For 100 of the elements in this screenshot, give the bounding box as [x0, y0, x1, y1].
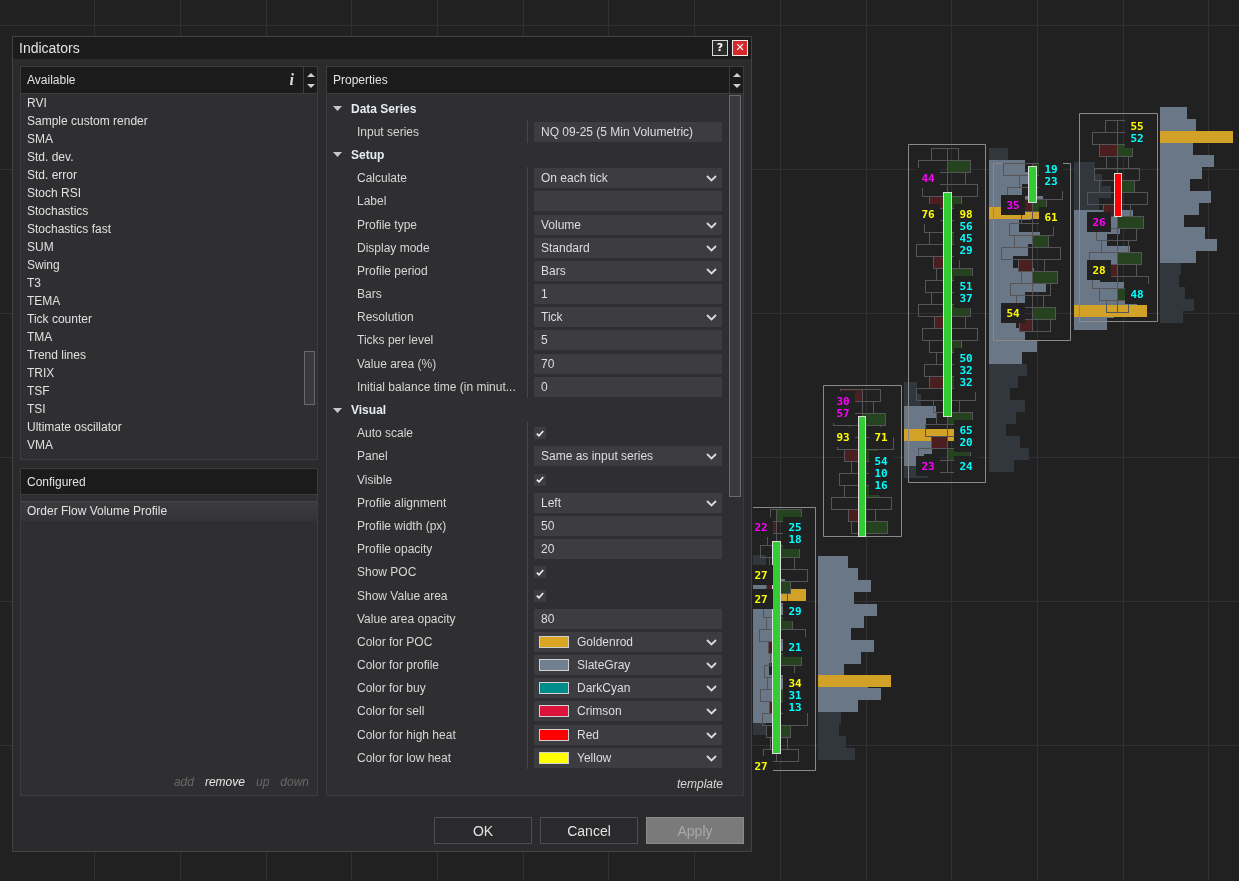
expand-triangle-icon[interactable]: [333, 407, 342, 413]
list-item[interactable]: VMA: [21, 436, 304, 454]
list-item[interactable]: Tick counter: [21, 310, 304, 328]
dropdown[interactable]: Bars: [534, 260, 722, 281]
volume-number: 48: [1130, 287, 1144, 301]
list-item[interactable]: Stochastics fast: [21, 220, 304, 238]
text-field[interactable]: NQ 09-25 (5 Min Volumetric): [534, 121, 722, 142]
list-item[interactable]: TRIX: [21, 364, 304, 382]
property-label: Show POC: [356, 564, 418, 582]
list-item[interactable]: Order Flow Volume Profile: [21, 501, 317, 521]
volume-number: 26: [1092, 215, 1106, 229]
chevron-down-icon: [706, 731, 717, 739]
color-dropdown[interactable]: DarkCyan: [534, 678, 722, 699]
info-icon[interactable]: i: [289, 71, 294, 89]
volume-number: 18: [788, 532, 802, 546]
dropdown[interactable]: On each tick: [534, 168, 722, 189]
dialog-button[interactable]: Cancel: [540, 817, 638, 844]
list-item[interactable]: SMA: [21, 130, 304, 148]
text-field[interactable]: 70: [534, 353, 722, 374]
chevron-down-icon: [706, 221, 717, 229]
scroll-arrows-icon[interactable]: [306, 72, 315, 88]
volume-number: 31: [788, 688, 802, 702]
color-dropdown[interactable]: Goldenrod: [534, 631, 722, 652]
list-item[interactable]: RVI: [21, 94, 304, 112]
chevron-down-icon: [706, 662, 717, 670]
dropdown[interactable]: Volume: [534, 214, 722, 235]
scroll-arrows-icon[interactable]: [732, 72, 741, 88]
property-label: Color for buy: [356, 680, 427, 698]
checkbox[interactable]: [534, 473, 546, 486]
volume-number: 37: [959, 291, 973, 305]
text-field[interactable]: 80: [534, 608, 722, 629]
list-item[interactable]: Std. dev.: [21, 148, 304, 166]
property-label: Profile opacity: [356, 541, 434, 559]
close-button[interactable]: ✕: [732, 40, 748, 56]
checkbox[interactable]: [534, 589, 546, 602]
checkmark-icon: [536, 476, 544, 484]
list-item[interactable]: TMA: [21, 328, 304, 346]
list-item[interactable]: Stochastics: [21, 202, 304, 220]
property-label: Label: [356, 193, 388, 211]
dropdown[interactable]: Tick: [534, 307, 722, 328]
expand-triangle-icon[interactable]: [333, 152, 342, 158]
property-label: Color for sell: [356, 703, 426, 721]
text-field[interactable]: 5: [534, 330, 722, 351]
list-item[interactable]: Std. error: [21, 166, 304, 184]
category-label: Setup: [351, 147, 385, 162]
property-label: Color for POC: [356, 633, 434, 651]
checkmark-icon: [536, 568, 544, 576]
action-link[interactable]: remove: [204, 775, 245, 789]
list-item[interactable]: Trend lines: [21, 346, 304, 364]
volume-number: 20: [959, 435, 973, 449]
chevron-down-icon: [706, 685, 717, 693]
checkbox[interactable]: [534, 427, 546, 440]
expand-triangle-icon[interactable]: [333, 106, 342, 112]
list-item[interactable]: TSF: [21, 382, 304, 400]
checkbox[interactable]: [534, 566, 546, 579]
property-label: Ticks per level: [356, 332, 435, 350]
property-label: Color for low heat: [356, 749, 453, 767]
text-field[interactable]: 50: [534, 515, 722, 536]
volume-number: 76: [921, 207, 935, 221]
dropdown[interactable]: Same as input series: [534, 446, 722, 467]
dialog-button[interactable]: OK: [434, 817, 532, 844]
volume-number: 93: [836, 430, 850, 444]
color-dropdown[interactable]: Red: [534, 724, 722, 745]
property-label: Color for high heat: [356, 726, 457, 744]
text-field[interactable]: 20: [534, 539, 722, 560]
color-dropdown[interactable]: Yellow: [534, 747, 722, 768]
property-label: Profile type: [356, 216, 419, 234]
list-item[interactable]: Ultimate oscillator: [21, 418, 304, 436]
scrollbar-thumb[interactable]: [304, 351, 315, 405]
property-label: Show Value area: [356, 587, 449, 605]
volume-number: 30: [836, 394, 850, 408]
list-item[interactable]: SUM: [21, 238, 304, 256]
text-field[interactable]: 1: [534, 284, 722, 305]
list-item[interactable]: Sample custom render: [21, 112, 304, 130]
list-item[interactable]: T3: [21, 274, 304, 292]
volume-number: 29: [959, 243, 973, 257]
dropdown[interactable]: Standard: [534, 237, 722, 258]
list-item[interactable]: Stoch RSI: [21, 184, 304, 202]
chevron-down-icon: [706, 708, 717, 716]
color-dropdown[interactable]: SlateGray: [534, 655, 722, 676]
chevron-down-icon: [706, 267, 717, 275]
list-item[interactable]: TEMA: [21, 292, 304, 310]
volume-number: 56: [959, 219, 973, 233]
property-label: Bars: [356, 286, 383, 304]
volume-number: 28: [1092, 263, 1106, 277]
template-link[interactable]: template: [676, 777, 723, 791]
volume-number: 45: [959, 231, 973, 245]
scrollbar-thumb[interactable]: [729, 95, 741, 497]
volume-number: 71: [874, 430, 888, 444]
dropdown[interactable]: Left: [534, 492, 722, 513]
color-dropdown[interactable]: Crimson: [534, 701, 722, 722]
list-item[interactable]: Swing: [21, 256, 304, 274]
list-item[interactable]: TSI: [21, 400, 304, 418]
volume-number: 29: [788, 604, 802, 618]
text-field[interactable]: 0: [534, 376, 722, 397]
volume-number: 35: [1006, 198, 1020, 212]
volume-number: 32: [959, 363, 973, 377]
chevron-down-icon: [706, 754, 717, 762]
help-button[interactable]: ?: [712, 40, 728, 56]
property-label: Panel: [356, 448, 389, 466]
